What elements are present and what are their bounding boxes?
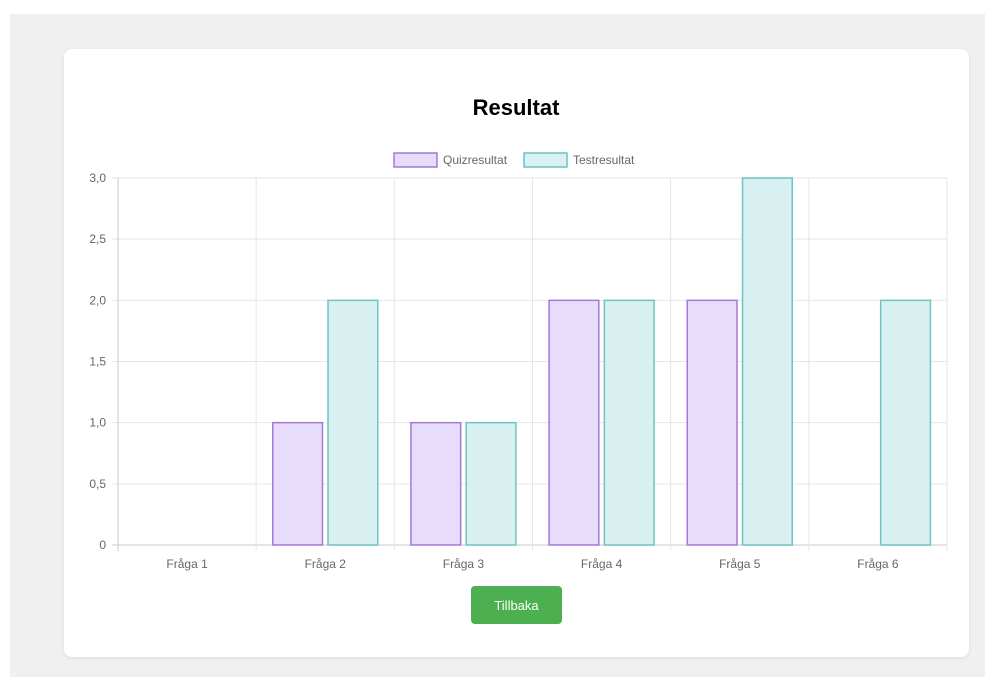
y-tick-label: 3,0 xyxy=(89,171,106,185)
grid-lines xyxy=(112,177,948,551)
y-tick-label: 0,5 xyxy=(89,477,106,491)
bar-test xyxy=(465,421,517,546)
y-tick-label: 0 xyxy=(99,538,106,552)
legend-swatch-test xyxy=(523,152,568,168)
bar-quiz xyxy=(410,421,462,546)
y-tick-label: 1,5 xyxy=(89,355,106,369)
bar-test xyxy=(327,299,379,546)
y-tick-label: 1,0 xyxy=(89,416,106,430)
y-tick-label: 2,0 xyxy=(89,293,106,307)
bar-test xyxy=(603,299,655,546)
back-button[interactable]: Tillbaka xyxy=(471,586,562,624)
bar-test xyxy=(879,299,932,546)
legend-label-quiz: Quizresultat xyxy=(443,153,508,167)
bar-quiz xyxy=(271,421,324,546)
x-tick-label: Fråga 3 xyxy=(443,557,485,571)
x-tick-label: Fråga 2 xyxy=(305,557,347,571)
x-tick-label: Fråga 5 xyxy=(719,557,761,571)
chart-title: Resultat xyxy=(473,95,560,120)
x-axis-ticks: Fråga 1 Fråga 2 Fråga 3 Fråga 4 Fråga 5 Fråga… xyxy=(166,557,899,571)
chart-legend: Quizresultat Testresultat xyxy=(393,152,635,168)
x-tick-label: Fråga 1 xyxy=(166,557,208,571)
bar-test xyxy=(741,177,794,546)
y-axis-ticks: 0 0,5 1,0 1,5 2,0 2,5 3,0 xyxy=(89,171,106,552)
bar-quiz xyxy=(548,299,600,546)
legend-swatch-quiz xyxy=(393,152,438,168)
legend-label-test: Testresultat xyxy=(573,153,635,167)
x-tick-label: Fråga 4 xyxy=(581,557,623,571)
bar-chart: Resultat Quizresultat Testresultat 0 0,5 1… xyxy=(89,95,948,571)
y-tick-label: 2,5 xyxy=(89,232,106,246)
bar-quiz xyxy=(686,299,738,546)
x-tick-label: Fråga 6 xyxy=(857,557,899,571)
